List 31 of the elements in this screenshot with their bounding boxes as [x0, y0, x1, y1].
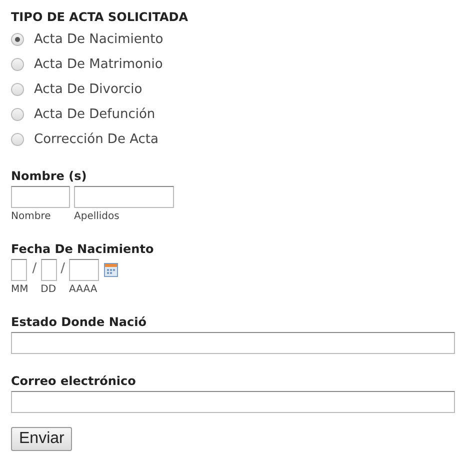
submit-button[interactable]: Enviar	[11, 427, 72, 451]
radio-label: Acta De Defunción	[34, 107, 156, 122]
radio-button[interactable]	[11, 83, 24, 96]
field-label: Estado Donde Nació	[11, 315, 146, 329]
radio-button[interactable]	[11, 133, 24, 146]
separator-text: /	[60, 260, 66, 276]
field-label: Fecha De Nacimiento	[11, 242, 154, 256]
radio-label: Corrección De Acta	[34, 132, 158, 147]
radio-button[interactable]	[11, 33, 24, 46]
radio-button[interactable]	[11, 108, 24, 121]
field-sublabel: AAAA	[69, 284, 98, 295]
date-field[interactable]	[69, 259, 100, 281]
field-sublabel: Apellidos	[74, 211, 120, 222]
radio-label: Acta De Nacimiento	[34, 32, 164, 47]
field-sublabel: Nombre	[11, 211, 52, 222]
text-field[interactable]	[74, 186, 174, 208]
text-field[interactable]	[11, 332, 455, 354]
text-field[interactable]	[11, 186, 70, 208]
section-title: TIPO DE ACTA SOLICITADA	[11, 10, 188, 24]
radio-label: Acta De Divorcio	[34, 82, 142, 97]
calendar-icon[interactable]	[104, 263, 118, 277]
email-field[interactable]	[11, 391, 455, 413]
date-field[interactable]	[11, 259, 27, 281]
separator-text: /	[31, 260, 38, 276]
field-sublabel: MM	[11, 284, 28, 295]
field-label: Correo electrónico	[11, 374, 136, 388]
radio-button[interactable]	[11, 58, 24, 71]
field-sublabel: DD	[40, 284, 57, 295]
radio-label: Acta De Matrimonio	[34, 57, 163, 72]
field-label: Nombre (s)	[11, 169, 87, 183]
date-field[interactable]	[40, 259, 57, 281]
